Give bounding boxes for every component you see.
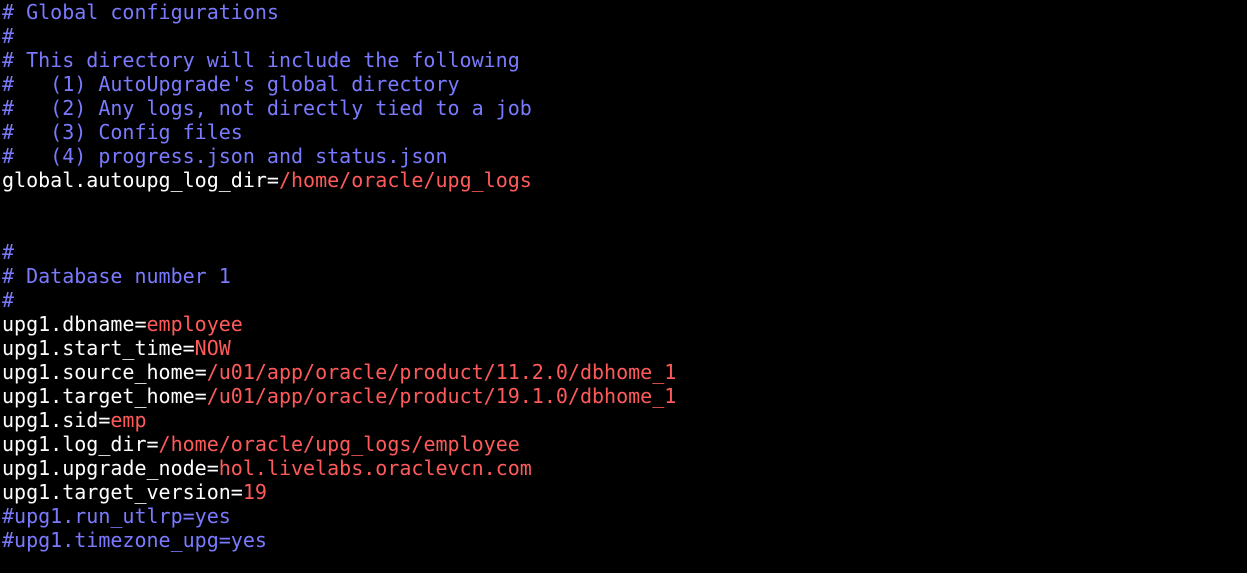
config-value: employee [146,312,243,336]
comment-text: # (1) AutoUpgrade's global directory [2,72,460,96]
config-key: upg1.target_home= [2,384,207,408]
comment-line: #upg1.timezone_upg=yes [2,528,1243,552]
config-value: /home/oracle/upg_logs/employee [158,432,520,456]
comment-line: # Database number 1 [2,264,1243,288]
comment-text: # (4) progress.json and status.json [2,144,448,168]
config-value: /home/oracle/upg_logs [278,168,532,192]
comment-line: # (2) Any logs, not directly tied to a j… [2,96,1243,120]
config-key: upg1.log_dir= [2,432,159,456]
config-value: 19 [242,480,267,504]
comment-line: # [2,240,1243,264]
comment-line: # Global configurations [2,0,1243,24]
config-key: upg1.dbname= [2,312,147,336]
comment-text: #upg1.run_utlrp=yes [2,504,231,528]
comment-line: # [2,24,1243,48]
comment-line: # (4) progress.json and status.json [2,144,1243,168]
config-value: NOW [194,336,231,360]
comment-text: # Global configurations [2,0,279,24]
comment-line: #upg1.run_utlrp=yes [2,504,1243,528]
config-value: /u01/app/oracle/product/19.1.0/dbhome_1 [206,384,677,408]
config-value: emp [110,408,147,432]
comment-line: # (3) Config files [2,120,1243,144]
comment-text: # Database number 1 [2,264,231,288]
config-value: /u01/app/oracle/product/11.2.0/dbhome_1 [206,360,677,384]
config-line: upg1.upgrade_node=hol.livelabs.oraclevcn… [2,456,1243,480]
config-key: upg1.upgrade_node= [2,456,219,480]
config-line: upg1.start_time=NOW [2,336,1243,360]
comment-line: # (1) AutoUpgrade's global directory [2,72,1243,96]
config-key: upg1.source_home= [2,360,207,384]
comment-text: # (3) Config files [2,120,243,144]
config-line: upg1.sid=emp [2,408,1243,432]
config-line: upg1.dbname=employee [2,312,1243,336]
config-key: global.autoupg_log_dir= [2,168,279,192]
comment-line: # This directory will include the follow… [2,48,1243,72]
comment-text: # [2,240,15,264]
config-line: upg1.target_version=19 [2,480,1243,504]
config-key: upg1.start_time= [2,336,195,360]
comment-text: # [2,24,15,48]
config-key: upg1.target_version= [2,480,243,504]
comment-text: # (2) Any logs, not directly tied to a j… [2,96,532,120]
config-key: upg1.sid= [2,408,111,432]
config-line: upg1.target_home=/u01/app/oracle/product… [2,384,1243,408]
terminal-editor[interactable]: # Global configurations # # This directory… [2,0,1243,573]
config-value: hol.livelabs.oraclevcn.com [218,456,532,480]
comment-line: # [2,288,1243,312]
comment-text: # [2,288,15,312]
comment-text: #upg1.timezone_upg=yes [2,528,267,552]
config-line: upg1.source_home=/u01/app/oracle/product… [2,360,1243,384]
comment-text: # This directory will include the follow… [2,48,520,72]
config-line: global.autoupg_log_dir=/home/oracle/upg_… [2,168,1243,192]
config-line: upg1.log_dir=/home/oracle/upg_logs/emplo… [2,432,1243,456]
